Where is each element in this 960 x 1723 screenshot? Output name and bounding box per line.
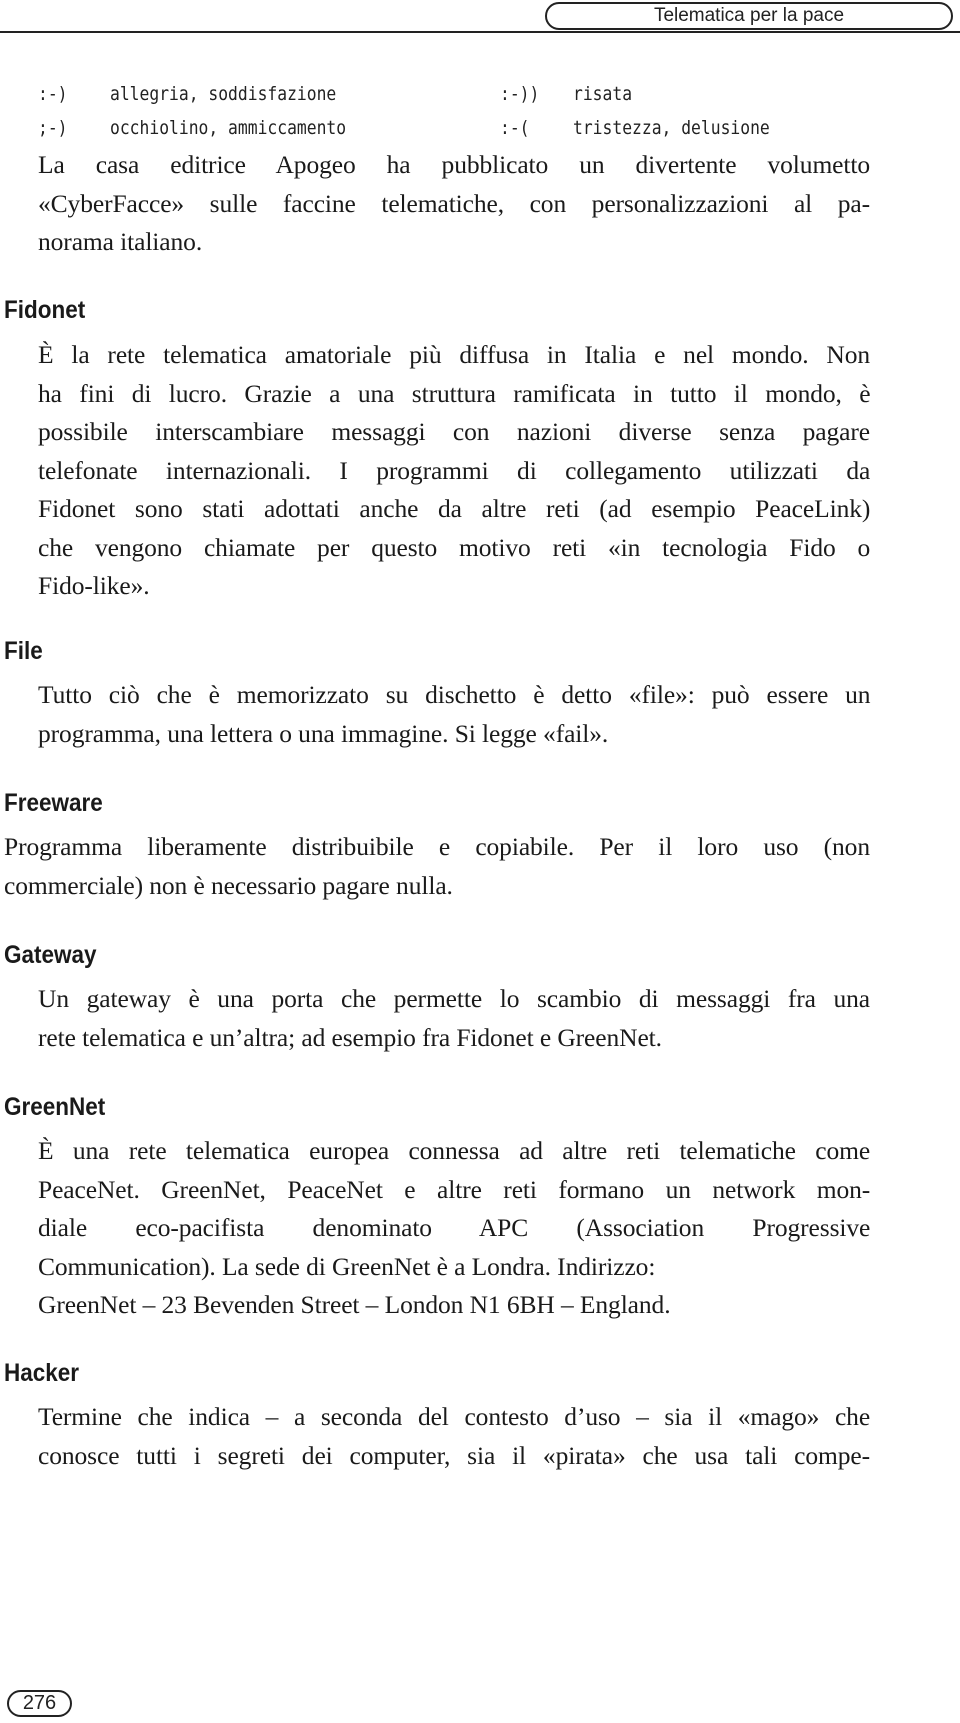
emoticon-meaning: occhiolino, ammiccamento [110, 117, 347, 139]
glossary-definition: Termine che indica – a seconda del conte… [38, 1398, 870, 1475]
emoticon-meaning: allegria, soddisfazione [110, 83, 337, 105]
text-line: È una rete telematica europea connessa a… [38, 1136, 871, 1165]
text-line: Fido-like». [38, 571, 150, 600]
text-line: telefonate internazionali. I programmi d… [38, 455, 871, 485]
text-line: Communication). La sede di GreenNet è a … [38, 1251, 656, 1281]
text-line: commerciale) non è necessario pagare nul… [4, 870, 453, 900]
glossary-definition: È la rete telematica amatoriale più diff… [38, 336, 871, 606]
glossary-definition: Programma liberamente distribuibile e co… [4, 828, 870, 905]
text-line: GreenNet – 23 Bevenden Street – London N… [38, 1290, 671, 1319]
glossary-term: Fidonet [4, 296, 86, 324]
glossary-definition: È una rete telematica europea connessa a… [38, 1132, 870, 1325]
text-line: Tutto ciò che è memorizzato su dischetto… [38, 680, 871, 709]
text-line: diale eco-pacifista denominato APC (Asso… [38, 1213, 871, 1242]
intro-paragraph: La casa editrice Apogeo ha pubblicato un… [38, 146, 870, 262]
emoticon-meaning: tristezza, delusione [573, 117, 770, 139]
glossary-definition: Tutto ciò che è memorizzato su dischetto… [38, 676, 871, 753]
text-line: È la rete telematica amatoriale più diff… [38, 340, 870, 369]
text-line: norama italiano. [38, 227, 203, 256]
emoticon-symbol: :-( [500, 117, 530, 139]
text-line: «CyberFacce» sulle faccine telematiche, … [38, 188, 870, 218]
text-line: rete telematica e un’altra; ad esempio f… [38, 1022, 662, 1052]
page-number: 276 [7, 1690, 72, 1717]
text-line: conosce tutti i segreti dei computer, si… [38, 1440, 870, 1470]
glossary-term: File [4, 637, 43, 665]
emoticon-symbol: :-)) [500, 83, 540, 105]
text-line: programma, una lettera o una immagine. S… [38, 718, 609, 748]
text-line: che vengono chiamate per questo motivo r… [38, 532, 871, 562]
text-line: Programma liberamente distribuibile e co… [4, 832, 870, 861]
glossary-term: Gateway [4, 941, 97, 969]
emoticon-symbol: :-) [38, 83, 68, 105]
text-line: possibile interscambiare messaggi con na… [38, 417, 870, 446]
text-line: ha fini di lucro. Grazie a una struttura… [38, 378, 871, 408]
emoticon-meaning: risata [573, 83, 633, 105]
emoticon-symbol: ;-) [38, 117, 68, 139]
running-title: Telematica per la pace [545, 2, 953, 30]
text-line: Fidonet sono stati adottati anche da alt… [38, 494, 871, 523]
glossary-term: GreenNet [4, 1093, 106, 1121]
text-line: PeaceNet. GreenNet, PeaceNet e altre ret… [38, 1174, 871, 1204]
text-line: La casa editrice Apogeo ha pubblicato un… [38, 150, 871, 179]
text-line: Termine che indica – a seconda del conte… [38, 1402, 871, 1431]
glossary-term: Freeware [4, 789, 103, 817]
glossary-definition: Un gateway è una porta che permette lo s… [38, 980, 870, 1057]
glossary-term: Hacker [4, 1359, 80, 1387]
text-line: Un gateway è una porta che permette lo s… [38, 984, 870, 1013]
header-rule [0, 31, 960, 33]
